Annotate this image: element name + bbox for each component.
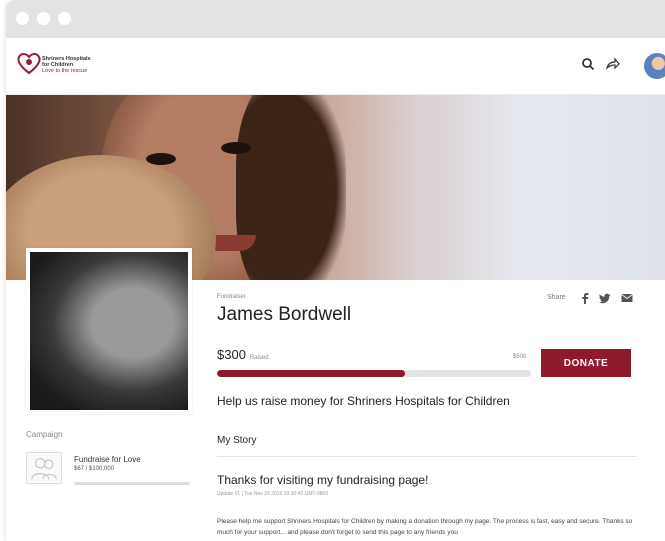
- campaign-name[interactable]: Fundraise for Love: [74, 455, 141, 464]
- avatar[interactable]: [644, 53, 665, 79]
- progress-fill: [217, 370, 406, 377]
- fundraiser-label: Fundraiser: [217, 294, 246, 300]
- window-titlebar: [6, 0, 665, 38]
- donate-button[interactable]: DONATE: [541, 349, 631, 377]
- facebook-icon[interactable]: [579, 292, 591, 304]
- browser-window: Shriners Hospitals for Children Love to …: [6, 0, 665, 541]
- fundraising-progress-bar: [217, 370, 531, 377]
- hero-hair-shape: [236, 95, 346, 280]
- fundraiser-name: James Bordwell: [217, 304, 352, 325]
- window-minimize-button[interactable]: [37, 12, 50, 25]
- fundraiser-tagline: Help us raise money for Shriners Hospita…: [217, 394, 510, 408]
- update-meta: Update #1 | Tue Nov 29 2016 10:10:43 GMT…: [217, 491, 329, 497]
- share-label: Share: [547, 294, 566, 301]
- hero-eye-right: [221, 142, 251, 154]
- campaign-section: Campaign Fundraise for Love $67 / $100,0…: [26, 430, 196, 485]
- share-bar: Share: [547, 292, 637, 306]
- logo-tagline: Love to the rescue: [42, 68, 88, 74]
- update-title: Thanks for visiting my fundraising page!: [217, 473, 429, 487]
- raised-amount: $300: [217, 347, 246, 362]
- profile-photo-image: [30, 252, 188, 410]
- share-icon[interactable]: [604, 56, 620, 72]
- group-icon: [26, 452, 62, 484]
- campaign-label: Campaign: [26, 430, 63, 439]
- email-icon[interactable]: [621, 292, 633, 304]
- window-maximize-button[interactable]: [58, 12, 71, 25]
- campaign-card[interactable]: Fundraise for Love $67 / $100,000: [26, 448, 196, 488]
- raised-label: Raised: [249, 355, 269, 361]
- goal-amount: $500: [513, 354, 527, 360]
- story-divider: [217, 456, 637, 457]
- window-close-button[interactable]: [16, 12, 29, 25]
- story-heading: My Story: [217, 435, 257, 446]
- twitter-icon[interactable]: [599, 292, 611, 304]
- search-icon[interactable]: [580, 56, 596, 72]
- profile-photo: [26, 248, 192, 414]
- heart-logo-icon: [17, 53, 41, 75]
- raised-amount-block: $300 Raised: [217, 347, 269, 362]
- campaign-amount: $67 / $100,000: [74, 466, 115, 472]
- logo-text: Shriners Hospitals for Children Love to …: [42, 56, 112, 74]
- shriners-logo[interactable]: Shriners Hospitals for Children Love to …: [16, 50, 106, 80]
- campaign-progress-bar: [74, 482, 190, 485]
- update-body: Please help me support Shriners Hospital…: [217, 518, 633, 536]
- site-navbar: Shriners Hospitals for Children Love to …: [6, 38, 665, 95]
